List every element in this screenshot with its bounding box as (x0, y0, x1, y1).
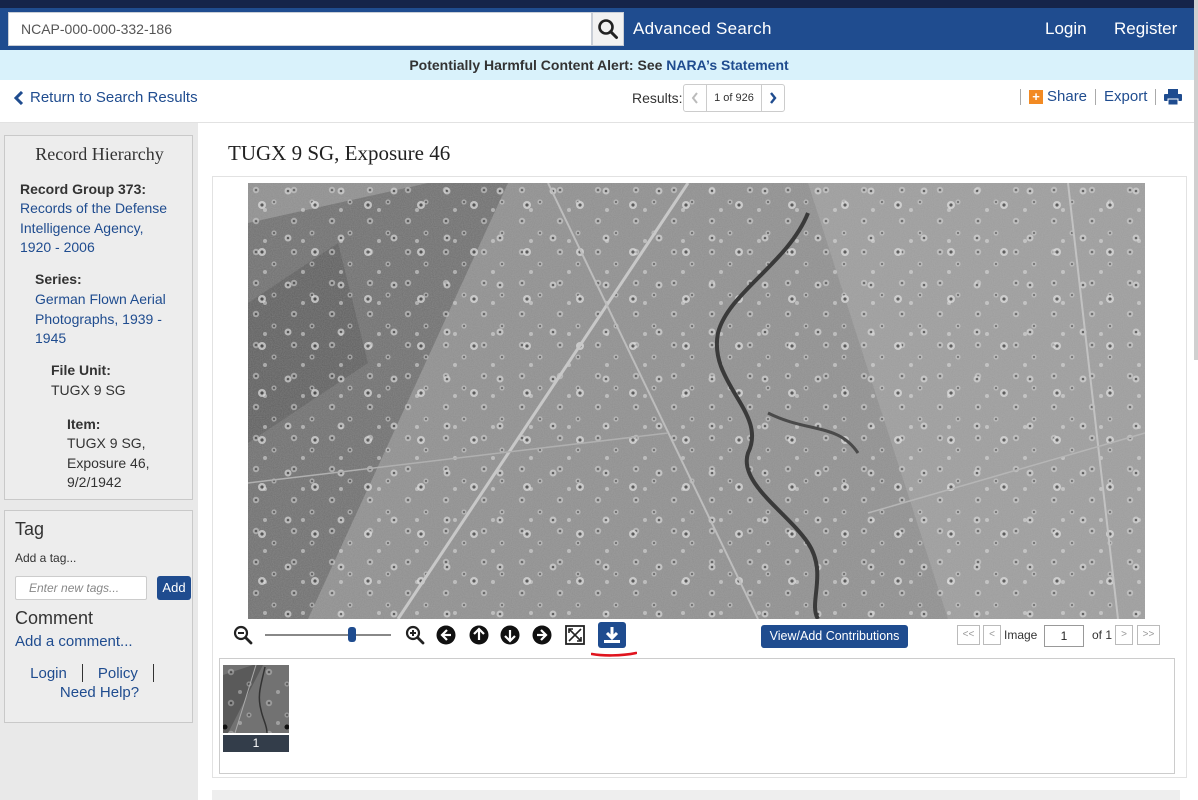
add-tag-text: Add a tag... (15, 551, 77, 565)
first-image-button[interactable]: << (957, 625, 980, 645)
zoom-slider-track[interactable] (265, 634, 391, 636)
file-unit-link[interactable]: TUGX 9 SG (51, 381, 126, 401)
item-line: 9/2/1942 (67, 474, 122, 490)
annotation-underline (591, 651, 637, 657)
results-pager: 1 of 926 (683, 84, 785, 112)
divider (81, 664, 83, 682)
item-line: Exposure 46, (67, 454, 150, 471)
series-link[interactable]: German Flown Aerial Photographs, 1939 - … (35, 290, 166, 349)
nara-statement-link[interactable]: NARA’s Statement (666, 57, 788, 73)
thumbnail-strip (219, 658, 1175, 774)
add-tag-button[interactable]: Add (157, 576, 191, 600)
results-next-button[interactable] (762, 85, 784, 111)
record-hierarchy-title: Record Hierarchy (35, 144, 164, 164)
advanced-search-link[interactable]: Advanced Search (633, 19, 772, 39)
fullscreen-icon[interactable] (565, 625, 585, 645)
tag-title: Tag (15, 519, 45, 539)
alert-text: Potentially Harmful Content Alert: See (409, 57, 663, 73)
item-line: TUGX 9 SG, (67, 435, 146, 451)
record-group-line: Records of the Defense (20, 200, 168, 216)
search-button[interactable] (592, 12, 624, 46)
view-add-contributions-button[interactable]: View/Add Contributions (761, 625, 908, 648)
record-group-label: Record Group 373: (20, 181, 147, 197)
series-line: 1945 (35, 330, 67, 346)
content-alert-banner: Potentially Harmful Content Alert: See N… (0, 50, 1198, 80)
file-unit-label: File Unit: (51, 362, 111, 378)
series-line: German Flown Aerial (35, 291, 166, 307)
page-scrollbar[interactable] (1194, 0, 1198, 360)
header-bar: NCAP-000-000-332-186 Advanced Search Log… (0, 8, 1198, 50)
search-input[interactable]: NCAP-000-000-332-186 (8, 12, 592, 46)
series-label: Series: (35, 271, 82, 287)
zoom-out-icon[interactable] (233, 625, 253, 645)
aerial-photograph[interactable] (248, 183, 1145, 619)
left-sidebar: Record Hierarchy Record Group 373: Recor… (0, 123, 198, 800)
need-help-link[interactable]: Need Help? (5, 684, 194, 701)
export-link[interactable]: Export (1104, 88, 1147, 105)
sidebar-login-link[interactable]: Login (30, 665, 67, 682)
image-total-label: of 1 (1092, 628, 1113, 642)
login-link[interactable]: Login (1045, 19, 1087, 39)
print-icon[interactable] (1164, 88, 1183, 105)
record-group-line: 1920 - 2006 (20, 239, 95, 255)
search-icon (598, 19, 618, 39)
zoom-in-icon[interactable] (405, 625, 425, 645)
share-export-bar: + Share Export (1020, 88, 1183, 105)
pan-down-icon[interactable] (500, 625, 520, 645)
thumbnail-number: 1 (223, 735, 289, 752)
register-link[interactable]: Register (1114, 19, 1177, 39)
item-value: TUGX 9 SG, Exposure 46, 9/2/1942 (67, 434, 150, 493)
next-image-button[interactable]: > (1115, 625, 1133, 645)
pan-right-icon[interactable] (532, 625, 552, 645)
return-link-label: Return to Search Results (30, 89, 198, 106)
thumbnail-image (223, 665, 289, 733)
chevron-left-icon (14, 90, 24, 105)
footer-links: Login Policy (5, 664, 194, 682)
image-number-input[interactable]: 1 (1044, 625, 1084, 647)
results-label: Results: (632, 90, 683, 106)
download-icon (604, 627, 620, 643)
page-title: TUGX 9 SG, Exposure 46 (228, 141, 451, 165)
divider (1020, 88, 1021, 105)
top-strip (0, 0, 1198, 8)
prev-image-button[interactable]: < (983, 625, 1001, 645)
download-button[interactable] (598, 622, 626, 648)
share-plus-icon[interactable]: + (1029, 89, 1043, 104)
record-hierarchy-panel: Record Hierarchy Record Group 373: Recor… (4, 135, 193, 500)
tag-comment-panel: Tag Add a tag... Enter new tags... Add C… (4, 510, 193, 723)
item-label: Item: (67, 416, 101, 432)
comment-title: Comment (15, 608, 94, 628)
policy-link[interactable]: Policy (98, 665, 138, 682)
pan-left-icon[interactable] (436, 625, 456, 645)
chevron-right-icon (770, 92, 777, 104)
share-link[interactable]: Share (1047, 88, 1087, 105)
record-group-link[interactable]: Records of the Defense Intelligence Agen… (20, 199, 167, 258)
divider (1095, 88, 1097, 105)
return-to-search-link[interactable]: Return to Search Results (14, 89, 198, 106)
image-label: Image (1004, 628, 1038, 642)
add-comment-link[interactable]: Add a comment... (15, 633, 133, 650)
results-count: 1 of 926 (706, 85, 762, 111)
zoom-slider-handle[interactable] (347, 627, 356, 642)
aerial-photo-image (248, 183, 1145, 619)
bottom-section (212, 790, 1180, 800)
divider (152, 664, 154, 682)
last-image-button[interactable]: >> (1137, 625, 1160, 645)
tag-input[interactable]: Enter new tags... (15, 576, 147, 600)
series-line: Photographs, 1939 - (35, 310, 162, 327)
divider (1155, 88, 1157, 105)
pan-up-icon[interactable] (469, 625, 489, 645)
image-thumbnail[interactable] (223, 665, 289, 733)
chevron-left-icon (691, 92, 698, 104)
results-prev-button[interactable] (684, 85, 706, 111)
record-group-line: Intelligence Agency, (20, 219, 144, 236)
